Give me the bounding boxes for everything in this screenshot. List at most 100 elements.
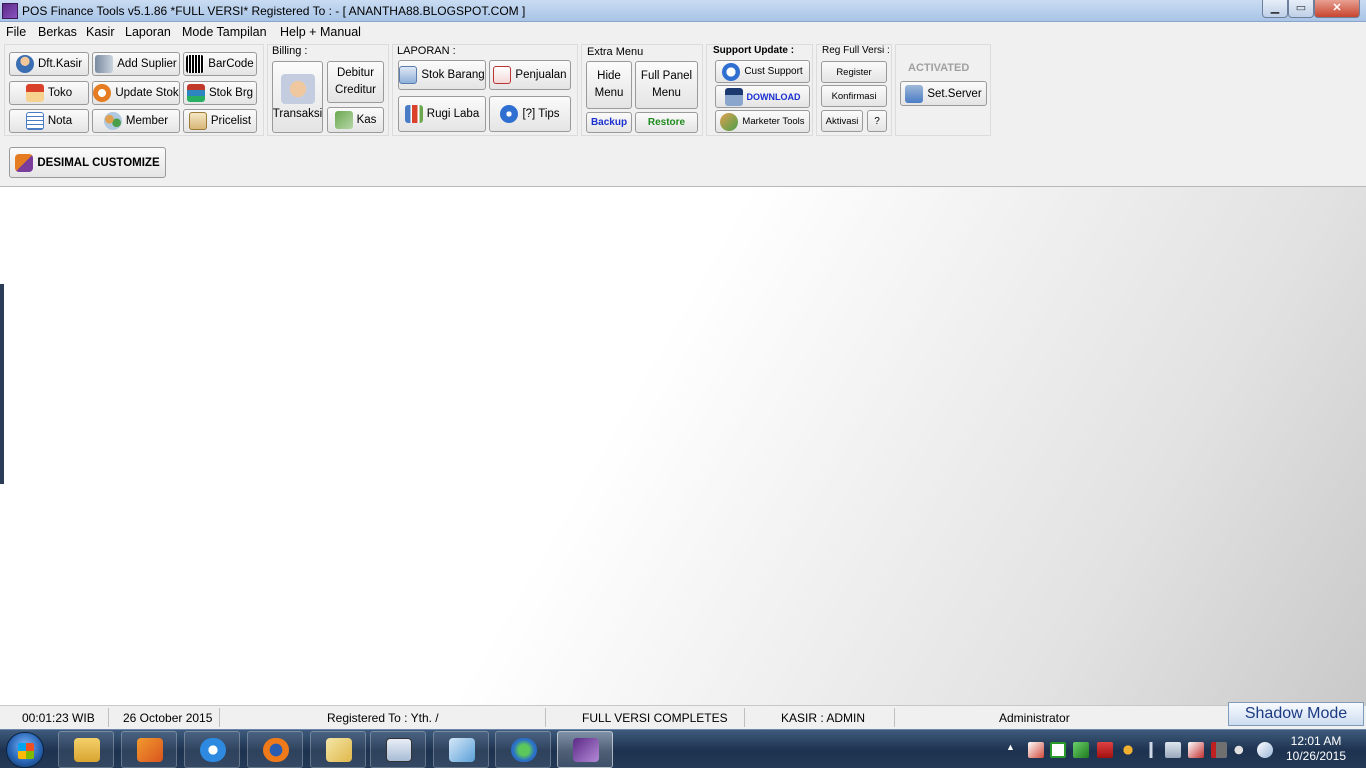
shadow-mode-button[interactable]: Shadow Mode bbox=[1228, 702, 1364, 726]
taskbar-firefox[interactable] bbox=[247, 731, 303, 768]
update-stok-button[interactable]: Update Stok bbox=[92, 81, 180, 105]
member-button[interactable]: Member bbox=[92, 109, 180, 133]
taskbar-explorer[interactable] bbox=[58, 731, 114, 768]
toko-label: Toko bbox=[47, 87, 73, 99]
penjualan-label: Penjualan bbox=[515, 69, 567, 81]
hide-menu-label-2: Menu bbox=[594, 87, 624, 99]
taskbar-pos-finance[interactable] bbox=[557, 731, 613, 768]
support-label: Support Update : bbox=[713, 45, 795, 56]
creditur-label: Creditur bbox=[335, 84, 376, 96]
tray-check-icon[interactable] bbox=[1050, 742, 1066, 758]
menu-help-manual[interactable]: Help + Manual bbox=[280, 25, 361, 39]
tray-device-icon[interactable] bbox=[1188, 742, 1204, 758]
notepad-icon bbox=[326, 738, 352, 762]
aktivasi-label: Aktivasi bbox=[825, 115, 859, 127]
clock-date: 10/26/2015 bbox=[1285, 749, 1347, 763]
debitur-creditur-button[interactable]: Debitur Creditur bbox=[327, 61, 384, 103]
info-icon bbox=[500, 105, 519, 123]
billing-label: Billing : bbox=[272, 45, 308, 57]
menu-berkas[interactable]: Berkas bbox=[38, 25, 77, 39]
taskbar-app-windows[interactable] bbox=[370, 731, 426, 768]
toko-button[interactable]: Toko bbox=[9, 81, 89, 105]
cashier-icon bbox=[15, 55, 34, 73]
marketer-tools-button[interactable]: Marketer Tools bbox=[715, 110, 810, 133]
restore-button[interactable]: Restore bbox=[635, 112, 698, 133]
tray-expand-icon[interactable]: ▲ bbox=[1006, 742, 1015, 752]
extra-menu-group: Extra Menu Hide Menu Full Panel Menu Bac… bbox=[581, 44, 703, 136]
tray-music-icon[interactable] bbox=[1120, 742, 1136, 758]
tray-volume-icon[interactable] bbox=[1234, 742, 1250, 758]
edit-icon bbox=[15, 153, 34, 172]
reg-help-button[interactable]: ? bbox=[867, 110, 887, 132]
pricelist-button[interactable]: Pricelist bbox=[183, 109, 257, 133]
status-divider bbox=[219, 708, 220, 727]
desimal-customize-button[interactable]: DESIMAL CUSTOMIZE bbox=[9, 147, 166, 178]
set-server-label: Set.Server bbox=[927, 87, 982, 100]
barcode-button[interactable]: BarCode bbox=[183, 52, 257, 76]
tray-flag-icon[interactable] bbox=[1028, 742, 1044, 758]
firefox-icon bbox=[263, 738, 289, 762]
maximize-button[interactable]: ▭ bbox=[1288, 0, 1314, 18]
hide-menu-label-1: Hide bbox=[597, 70, 621, 82]
stok-barang-button[interactable]: Stok Barang bbox=[398, 60, 486, 90]
support-icon bbox=[722, 62, 741, 81]
tray-shield-icon[interactable] bbox=[1097, 742, 1113, 758]
konfirmasi-button[interactable]: Konfirmasi bbox=[821, 85, 887, 107]
cust-support-button[interactable]: Cust Support bbox=[715, 60, 810, 83]
receipt-icon bbox=[25, 112, 44, 130]
add-suplier-button[interactable]: Add Suplier bbox=[92, 52, 180, 76]
menu-mode-tampilan[interactable]: Mode Tampilan bbox=[182, 25, 267, 39]
taskbar: ▲ 12:01 AM 10/26/2015 bbox=[0, 729, 1366, 768]
register-button[interactable]: Register bbox=[821, 61, 887, 83]
tips-button[interactable]: [?] Tips bbox=[489, 96, 571, 132]
cust-support-label: Cust Support bbox=[744, 66, 803, 77]
barcode-label: BarCode bbox=[208, 58, 254, 70]
stock-icon bbox=[186, 84, 205, 102]
taskbar-notepad[interactable] bbox=[310, 731, 366, 768]
menu-file[interactable]: File bbox=[6, 25, 26, 39]
backup-button[interactable]: Backup bbox=[586, 112, 632, 133]
tray-bluetooth-icon[interactable] bbox=[1143, 742, 1159, 758]
minimize-button[interactable]: ▁ bbox=[1262, 0, 1288, 18]
taskbar-app-sheet[interactable] bbox=[433, 731, 489, 768]
menu-laporan[interactable]: Laporan bbox=[125, 25, 171, 39]
penjualan-button[interactable]: Penjualan bbox=[489, 60, 571, 90]
internet-explorer-icon bbox=[200, 738, 226, 762]
taskbar-clock[interactable]: 12:01 AM 10/26/2015 bbox=[1280, 734, 1352, 764]
full-panel-label-1: Full Panel bbox=[640, 70, 693, 82]
tray-display-icon[interactable] bbox=[1165, 742, 1181, 758]
support-group: Support Update : Cust Support DOWNLOAD M… bbox=[706, 44, 813, 136]
stok-brg-button[interactable]: Stok Brg bbox=[183, 81, 257, 105]
transaksi-label: Transaksi bbox=[272, 107, 323, 120]
menu-kasir[interactable]: Kasir bbox=[86, 25, 114, 39]
full-panel-menu-button[interactable]: Full Panel Menu bbox=[635, 61, 698, 109]
taskbar-internet-explorer[interactable] bbox=[184, 731, 240, 768]
tray-network-icon[interactable] bbox=[1211, 742, 1227, 758]
set-server-button[interactable]: Set.Server bbox=[900, 81, 987, 106]
nota-button[interactable]: Nota bbox=[9, 109, 89, 133]
pricelist-icon bbox=[188, 112, 207, 130]
transaksi-button[interactable]: Transaksi bbox=[272, 61, 323, 133]
kas-button[interactable]: Kas bbox=[327, 107, 384, 133]
app-icon bbox=[2, 3, 18, 19]
rugi-laba-button[interactable]: Rugi Laba bbox=[398, 96, 486, 132]
status-divider bbox=[545, 708, 546, 727]
status-divider bbox=[744, 708, 745, 727]
status-time: 00:01:23 WIB bbox=[22, 711, 95, 725]
backup-label: Backup bbox=[590, 117, 628, 128]
start-button[interactable] bbox=[6, 732, 44, 768]
taskbar-media-player[interactable] bbox=[121, 731, 177, 768]
window-title: POS Finance Tools v5.1.86 *FULL VERSI* R… bbox=[22, 4, 526, 18]
download-button[interactable]: DOWNLOAD bbox=[715, 85, 810, 108]
hide-menu-button[interactable]: Hide Menu bbox=[586, 61, 632, 109]
dft-kasir-button[interactable]: Dft.Kasir bbox=[9, 52, 89, 76]
close-button[interactable]: ✕ bbox=[1314, 0, 1360, 18]
left-edge-handle bbox=[0, 284, 4, 484]
tray-s-icon[interactable] bbox=[1257, 742, 1273, 758]
aktivasi-button[interactable]: Aktivasi bbox=[821, 110, 863, 132]
status-role: Administrator bbox=[999, 711, 1070, 725]
status-bar: 00:01:23 WIB 26 October 2015 Registered … bbox=[0, 705, 1366, 729]
taskbar-globe[interactable] bbox=[495, 731, 551, 768]
tray-update-icon[interactable] bbox=[1073, 742, 1089, 758]
update-stok-label: Update Stok bbox=[115, 87, 179, 99]
